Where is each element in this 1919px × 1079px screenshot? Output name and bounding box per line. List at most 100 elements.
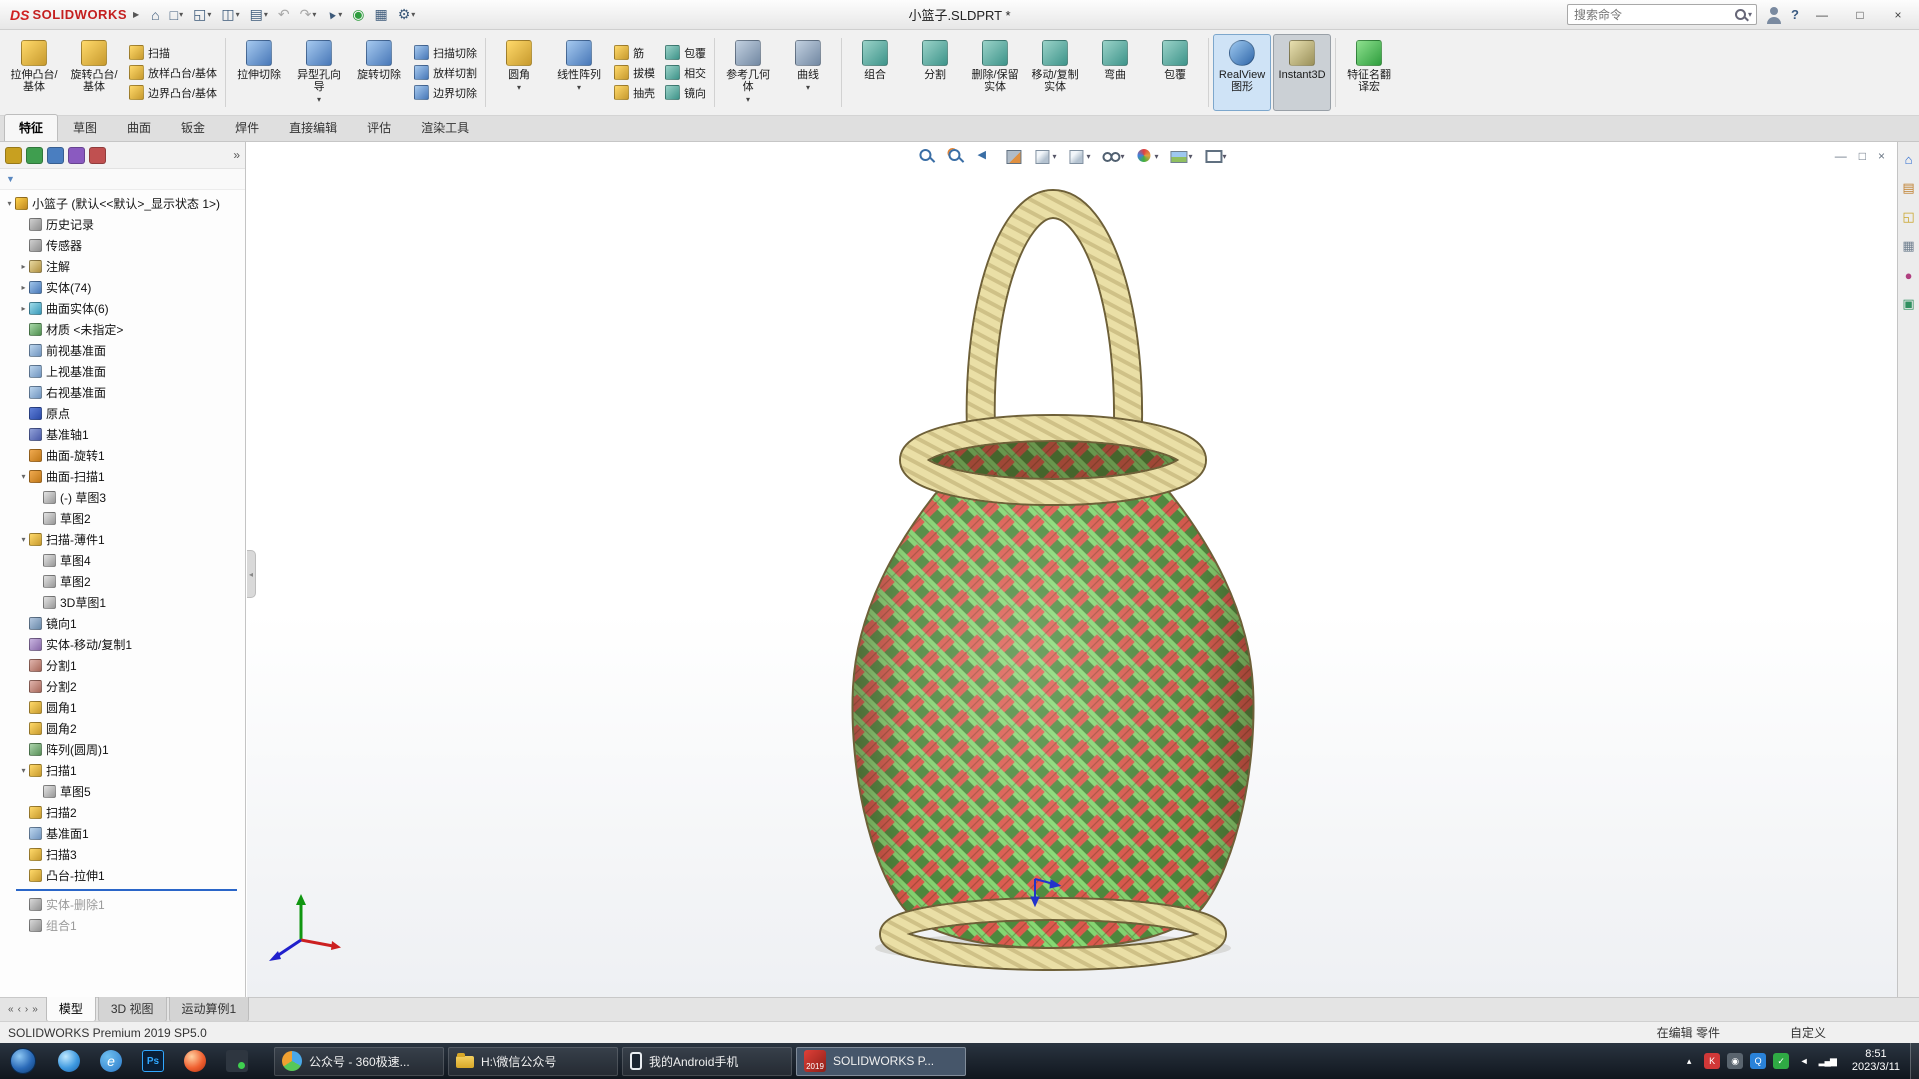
tab-model[interactable]: 模型	[46, 997, 96, 1022]
network-icon[interactable]: ▂▄▆	[1819, 1053, 1836, 1069]
last-tab-nav-button[interactable]: »	[32, 1004, 38, 1015]
tab-features[interactable]: 特征	[4, 114, 58, 141]
android-phone-taskbar-button[interactable]: 我的Android手机	[622, 1047, 792, 1076]
tree-item[interactable]: 上视基准面	[0, 361, 245, 382]
tab-weldments[interactable]: 焊件	[220, 114, 274, 141]
doc-restore-button[interactable]: □	[1859, 149, 1866, 163]
design-library-button[interactable]: ▤	[1900, 179, 1918, 197]
graphics-viewport[interactable]: ▾▾▾▾▾▾ —□× ◂	[247, 142, 1897, 997]
previous-view-button[interactable]	[973, 145, 995, 167]
doc-close-button[interactable]: ×	[1878, 149, 1885, 163]
tab-direct-editing[interactable]: 直接编辑	[274, 114, 352, 141]
ie-taskbar-icon-button[interactable]: e	[90, 1043, 132, 1079]
basket-3d-model[interactable]	[247, 142, 1897, 997]
command-search-box[interactable]: ▾	[1567, 4, 1757, 25]
next-tab-nav-button[interactable]: ›	[25, 1004, 28, 1015]
print-button[interactable]: ▤▾	[246, 3, 272, 27]
boundary-boss-button[interactable]: 边界凸台/基体	[126, 84, 220, 102]
tree-item[interactable]: 右视基准面	[0, 382, 245, 403]
tree-item[interactable]: ▸注解	[0, 256, 245, 277]
tree-item[interactable]: 分割1	[0, 655, 245, 676]
flyout-expand-icon[interactable]: »	[233, 148, 240, 162]
tray-sec-icon[interactable]: ✓	[1773, 1053, 1789, 1069]
rollback-bar[interactable]	[16, 889, 237, 891]
view-orientation-button[interactable]: ▾	[1031, 145, 1058, 167]
tree-item[interactable]: 草图2	[0, 571, 245, 592]
open-button[interactable]: ◱▾	[189, 3, 215, 27]
home-button[interactable]: ⌂	[147, 3, 163, 27]
tray-q-icon[interactable]: Q	[1750, 1053, 1766, 1069]
tree-item[interactable]: ▾小篮子 (默认<<默认>_显示状态 1>)	[0, 193, 245, 214]
shell-button[interactable]: 抽壳	[611, 84, 658, 102]
mirror-button[interactable]: 镜向	[662, 84, 709, 102]
zoom-area-button[interactable]	[944, 145, 966, 167]
file-properties-button[interactable]: ▦	[370, 3, 391, 27]
rebuild-button[interactable]: ◉	[348, 3, 368, 27]
tab-motion-study-1[interactable]: 运动算例1	[169, 997, 250, 1022]
tree-item[interactable]: 传感器	[0, 235, 245, 256]
appearances-button[interactable]: ●	[1900, 266, 1918, 284]
displaymanager-icon[interactable]	[89, 147, 106, 164]
tree-item[interactable]: (-) 草图3	[0, 487, 245, 508]
help-button[interactable]: ?	[1791, 7, 1799, 22]
loft-boss-button[interactable]: 放样凸台/基体	[126, 64, 220, 82]
sweep-boss-button[interactable]: 扫描	[126, 44, 220, 62]
tree-item[interactable]: 前视基准面	[0, 340, 245, 361]
show-desktop-button[interactable]	[1910, 1043, 1919, 1079]
wrap-button[interactable]: 包覆	[662, 44, 709, 62]
save-button[interactable]: ◫▾	[217, 3, 243, 27]
zoom-fit-button[interactable]	[915, 145, 937, 167]
linear-pattern-button[interactable]: 线性阵列▾	[550, 34, 608, 111]
tree-item[interactable]: ▸曲面实体(6)	[0, 298, 245, 319]
tab-sheet-metal[interactable]: 钣金	[166, 114, 220, 141]
start-button[interactable]	[10, 1048, 36, 1074]
delete-keep-body-button[interactable]: 删除/保留实体	[966, 34, 1024, 111]
select-button[interactable]: ▲▾	[322, 3, 346, 27]
minimize-button[interactable]: —	[1807, 4, 1837, 26]
tree-item[interactable]: 基准轴1	[0, 424, 245, 445]
section-view-button[interactable]	[1002, 145, 1024, 167]
expand-arrow-icon[interactable]: ▾	[18, 472, 29, 481]
tree-item[interactable]: 阵列(圆周)1	[0, 739, 245, 760]
command-search-input[interactable]	[1572, 7, 1734, 23]
tree-item[interactable]: 3D草图1	[0, 592, 245, 613]
feature-name-macro-button[interactable]: 特征名翻译宏	[1340, 34, 1398, 111]
intersect-button[interactable]: 相交	[662, 64, 709, 82]
tree-item[interactable]: 曲面-旋转1	[0, 445, 245, 466]
first-tab-nav-button[interactable]: «	[8, 1004, 14, 1015]
tree-filter-row[interactable]: ▼	[0, 169, 245, 190]
search-dropdown-arrow-icon[interactable]: ▾	[1748, 10, 1752, 19]
hole-wizard-button[interactable]: 异型孔向导▾	[290, 34, 348, 111]
curves-button[interactable]: 曲线▾	[779, 34, 837, 111]
tree-item[interactable]: 凸台-拉伸1	[0, 865, 245, 886]
boundary-cut-button[interactable]: 边界切除	[411, 84, 480, 102]
dimxpertmanager-icon[interactable]	[68, 147, 85, 164]
tree-item[interactable]: ▾扫描-薄件1	[0, 529, 245, 550]
split-button[interactable]: 分割	[906, 34, 964, 111]
tree-item[interactable]: 分割2	[0, 676, 245, 697]
status-customize[interactable]: 自定义	[1790, 1024, 1826, 1041]
firefox-taskbar-icon-button[interactable]	[174, 1043, 216, 1079]
move-copy-body-button[interactable]: 移动/复制实体	[1026, 34, 1084, 111]
custom-properties-button[interactable]: ▣	[1900, 295, 1918, 313]
tree-item[interactable]: 草图4	[0, 550, 245, 571]
tree-item[interactable]: 组合1	[0, 915, 245, 936]
tree-item[interactable]: 圆角1	[0, 697, 245, 718]
user-account-icon[interactable]	[1765, 6, 1783, 24]
tray-cam-icon[interactable]: ◉	[1727, 1053, 1743, 1069]
propertymanager-icon[interactable]	[26, 147, 43, 164]
tab-evaluate[interactable]: 评估	[352, 114, 406, 141]
sweep-cut-button[interactable]: 扫描切除	[411, 44, 480, 62]
app-360-taskbar-icon-button[interactable]	[216, 1043, 258, 1079]
revolve-boss-button[interactable]: 旋转凸台/基体	[65, 34, 123, 111]
tree-item[interactable]: 原点	[0, 403, 245, 424]
loft-cut-button[interactable]: 放样切割	[411, 64, 480, 82]
view-palette-button[interactable]: ▦	[1900, 237, 1918, 255]
configurationmanager-icon[interactable]	[47, 147, 64, 164]
tree-item[interactable]: 扫描2	[0, 802, 245, 823]
expand-arrow-icon[interactable]: ▾	[18, 766, 29, 775]
options-button[interactable]: ⚙▾	[394, 3, 420, 27]
display-style-button[interactable]: ▾	[1065, 145, 1092, 167]
reference-geometry-button[interactable]: 参考几何体▾	[719, 34, 777, 111]
photoshop-taskbar-icon-button[interactable]: Ps	[132, 1043, 174, 1079]
